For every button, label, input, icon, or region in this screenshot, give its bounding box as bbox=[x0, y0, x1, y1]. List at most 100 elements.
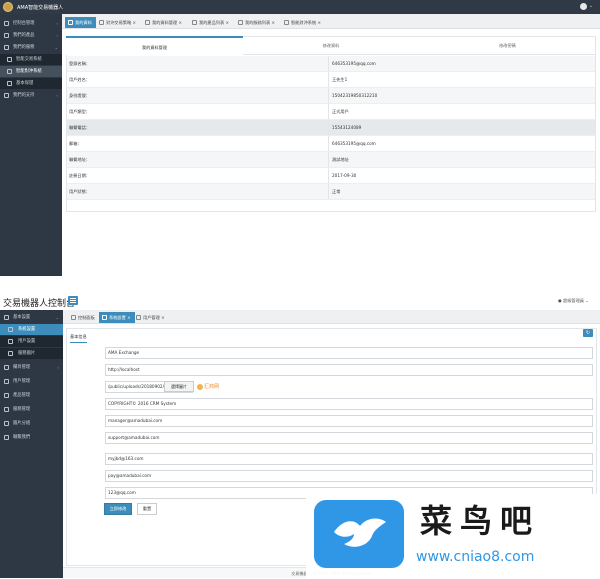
sidebar-item-basic-settings[interactable]: 基本設置 ⌄ bbox=[0, 312, 63, 323]
folder-icon bbox=[4, 407, 9, 412]
chevron-left-icon: ‹ bbox=[57, 365, 59, 370]
tab-hedge-system[interactable]: 智能對沖系統 × bbox=[281, 17, 325, 28]
tab-service-list[interactable]: 我的服務列表 × bbox=[235, 17, 279, 28]
form-row-site-domain: 站點域名http://localhost bbox=[70, 363, 593, 378]
tab-dashboard[interactable]: 控制面板 bbox=[68, 312, 99, 323]
doc-icon bbox=[284, 20, 289, 25]
form-row-icp: 備案號COPYRIGHT© 2016 CRM System bbox=[70, 397, 593, 412]
help-icon bbox=[4, 93, 9, 98]
user-avatar-icon[interactable] bbox=[580, 3, 587, 10]
sidebar-item-users[interactable]: 用戶管理 bbox=[0, 376, 63, 387]
box-icon bbox=[4, 33, 9, 38]
bottom-sidebar: 基本設置 ⌄ 系統設置 用戶設置 服務圖片 欄目管理 ‹ 用戶管理 產品管理 服務管… bbox=[0, 310, 63, 578]
close-icon[interactable]: × bbox=[271, 20, 275, 25]
gear-icon bbox=[4, 315, 9, 320]
tab-basic-info[interactable]: 基本信息 bbox=[70, 334, 87, 343]
tab-system-settings[interactable]: 系統設置 × bbox=[99, 312, 135, 323]
square-icon bbox=[7, 69, 12, 74]
sidebar-item-services[interactable]: 服務管理 bbox=[0, 404, 63, 415]
admin-email-input[interactable]: manager@amadubai.com bbox=[105, 415, 593, 427]
app-logo bbox=[3, 2, 13, 12]
sidebar-item-service-images[interactable]: 服務圖片 bbox=[0, 348, 63, 359]
chevron-down-icon: ⌄ bbox=[54, 45, 58, 50]
top-header-bar bbox=[0, 0, 600, 14]
form-row-customer-email: 客戶郵箱myjbd@163.com bbox=[70, 452, 593, 467]
home-icon bbox=[71, 315, 76, 320]
tab-my-profile[interactable]: 我的資料 bbox=[65, 17, 96, 28]
icp-input[interactable]: COPYRIGHT© 2016 CRM System bbox=[105, 398, 593, 410]
admin-user-menu[interactable]: ● 超級管理員 ⌄ bbox=[558, 298, 589, 304]
table-row: 身份證號： 15042319850312210 bbox=[67, 88, 595, 104]
sidebar-item-products[interactable]: 我們的產品 ‹ bbox=[0, 30, 62, 41]
square-icon bbox=[8, 327, 13, 332]
tab-product-list[interactable]: 我的產品列表 × bbox=[189, 17, 233, 28]
sidebar-item-image-groups[interactable]: 圖片分組 bbox=[0, 418, 63, 429]
site-domain-input[interactable]: http://localhost bbox=[105, 364, 593, 376]
sidebar-item-support[interactable]: 我們的支持 ‹ bbox=[0, 90, 62, 101]
form-row-admin-email: 站務郵箱manager@amadubai.com bbox=[70, 414, 593, 429]
user-icon bbox=[136, 315, 141, 320]
bottom-tab-bar: 控制面板 系統設置 × 用戶管理 × bbox=[63, 310, 600, 324]
table-row: 聯繫地址： 測試地址 bbox=[67, 152, 595, 168]
watermark-url: www.cniao8.com bbox=[416, 549, 535, 565]
close-icon[interactable]: × bbox=[317, 20, 321, 25]
close-icon[interactable]: × bbox=[132, 20, 136, 25]
chevron-down-icon[interactable]: ⌄ bbox=[589, 3, 593, 9]
logo-preview-image: 汇商网 bbox=[197, 383, 219, 390]
top-tab-bar: 我的資料 對沖交易策略 × 我的資料管理 × 我的產品列表 × 我的服務列表 ×… bbox=[62, 14, 600, 29]
pay-email-input[interactable]: pay@amadubai.com bbox=[105, 470, 593, 482]
close-icon[interactable]: × bbox=[161, 315, 165, 320]
support-email-input[interactable]: support@amadubai.com bbox=[105, 432, 593, 444]
tab-user-manage[interactable]: 用戶管理 × bbox=[133, 312, 169, 323]
box-icon bbox=[192, 20, 197, 25]
chevron-left-icon: ‹ bbox=[56, 21, 58, 26]
form-row-logo: Logo/public/uploads/20180902/9 bbox=[70, 380, 593, 395]
save-button[interactable]: 立即修改 bbox=[104, 503, 132, 515]
sidebar-item-trading-system[interactable]: 智能交易系統 bbox=[0, 54, 62, 65]
box-icon bbox=[4, 393, 9, 398]
user-icon bbox=[4, 45, 9, 50]
list-icon bbox=[4, 365, 9, 370]
square-icon bbox=[7, 81, 12, 86]
console-title: 交易機器人控制台 bbox=[3, 299, 76, 309]
tab-profile-manage[interactable]: 我的資料管理 × bbox=[142, 17, 186, 28]
sidebar-item-system-settings[interactable]: 系統設置 bbox=[0, 324, 63, 335]
image-icon bbox=[4, 421, 9, 426]
phone-icon bbox=[4, 435, 9, 440]
sidebar-item-contact[interactable]: 聯繫我們 bbox=[0, 432, 63, 443]
form-row-support-email: 技術支持郵箱support@amadubai.com bbox=[70, 431, 593, 446]
chevron-left-icon: ‹ bbox=[56, 93, 58, 98]
close-icon[interactable]: × bbox=[178, 20, 182, 25]
sidebar-item-products[interactable]: 產品管理 bbox=[0, 390, 63, 401]
bird-icon bbox=[334, 518, 386, 547]
square-icon bbox=[8, 351, 13, 356]
site-name-input[interactable]: AMA Exchange bbox=[105, 347, 593, 359]
select-image-button[interactable]: 選擇圖片 bbox=[164, 381, 194, 392]
monitor-icon bbox=[4, 21, 9, 26]
profile-section-tabs: 我的資料管理 修改資料 修改密碼 bbox=[66, 36, 596, 55]
customer-email-input[interactable]: myjbd@163.com bbox=[105, 453, 593, 465]
sidebar-item-services[interactable]: 我們的服務 ⌄ bbox=[0, 42, 62, 53]
sidebar-item-guarantee[interactable]: 基本保證 bbox=[0, 78, 62, 89]
table-row: 用戶狀態： 正常 bbox=[67, 184, 595, 200]
menu-toggle-button[interactable] bbox=[68, 296, 78, 305]
table-row: 聯繫電話： 15543124089 bbox=[67, 120, 595, 136]
tab-change-password[interactable]: 修改密碼 bbox=[419, 36, 596, 55]
tab-profile-info[interactable]: 我的資料管理 bbox=[66, 36, 243, 55]
sidebar-item-console[interactable]: 控制台管理 ‹ bbox=[0, 18, 62, 29]
doc-icon bbox=[145, 20, 150, 25]
table-row: 用戶類型： 正式用戶 bbox=[67, 104, 595, 120]
table-row: 郵箱： 646353195@qq.com bbox=[67, 136, 595, 152]
tab-edit-profile[interactable]: 修改資料 bbox=[243, 36, 419, 55]
table-row: 登錄名稱： 646353195@qq.com bbox=[67, 56, 595, 72]
tab-hedge-strategy[interactable]: 對沖交易策略 × bbox=[96, 17, 140, 28]
close-icon[interactable]: × bbox=[225, 20, 229, 25]
reset-button[interactable]: 重置 bbox=[137, 503, 157, 515]
sidebar-item-hedge-system[interactable]: 智能對沖系統 bbox=[0, 66, 62, 77]
refresh-button[interactable]: ↻ bbox=[583, 329, 593, 337]
table-row: 用戶姓名： 王先生1 bbox=[67, 72, 595, 88]
gear-icon bbox=[102, 315, 107, 320]
close-icon[interactable]: × bbox=[127, 315, 131, 320]
sidebar-item-user-settings[interactable]: 用戶設置 bbox=[0, 336, 63, 347]
sidebar-item-columns[interactable]: 欄目管理 ‹ bbox=[0, 362, 63, 373]
